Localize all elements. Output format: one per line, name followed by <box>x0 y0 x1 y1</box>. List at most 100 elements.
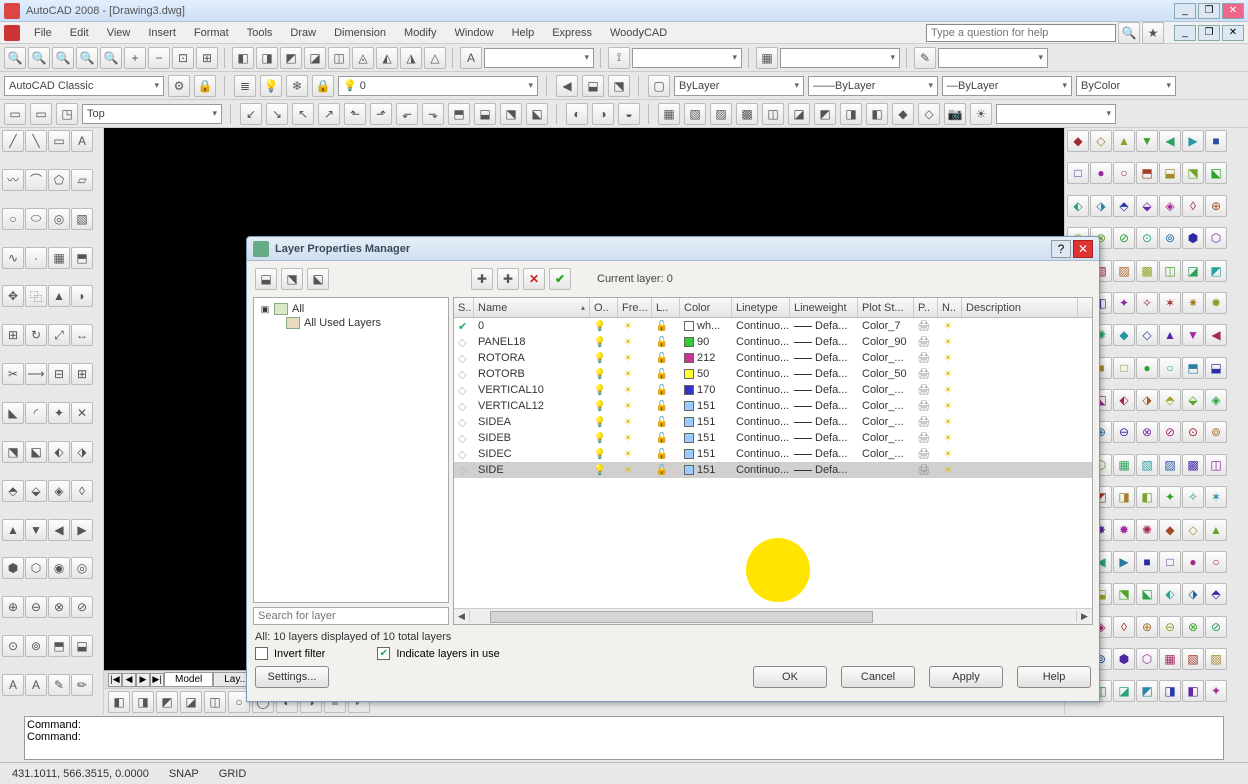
dtext-icon[interactable]: A <box>25 674 47 696</box>
palette-icon[interactable]: ⊖ <box>1159 616 1181 638</box>
palette-icon[interactable]: ▩ <box>1136 260 1158 282</box>
f2-icon[interactable]: ⬡ <box>25 557 47 579</box>
layer-row[interactable]: ✔0💡☀🔓wh...Continuo... Defa...Color_7🖨☀ <box>454 318 1092 334</box>
palette-icon[interactable]: ◈ <box>1159 195 1181 217</box>
layer-row[interactable]: ◇SIDE💡☀🔓151Continuo... Defa...🖨☀ <box>454 462 1092 478</box>
palette-icon[interactable]: ▦ <box>1113 454 1135 476</box>
palette-icon[interactable]: ⊗ <box>1182 616 1204 638</box>
palette-icon[interactable]: ⊘ <box>1113 227 1135 249</box>
workspace-settings-icon[interactable]: ⚙ <box>168 75 190 97</box>
v8-icon[interactable]: ⬎ <box>422 103 444 125</box>
ok-button[interactable]: OK <box>753 666 827 688</box>
d3-icon[interactable]: ⬖ <box>48 441 70 463</box>
zoom-all-icon[interactable]: ⊡ <box>172 47 194 69</box>
palette-icon[interactable]: ◨ <box>1113 486 1135 508</box>
palette-icon[interactable]: ⬡ <box>1205 227 1227 249</box>
palette-icon[interactable]: ⬘ <box>1159 389 1181 411</box>
table-style-icon[interactable]: ▦ <box>756 47 778 69</box>
scroll-thumb[interactable] <box>490 611 873 623</box>
palette-icon[interactable]: ◇ <box>1136 324 1158 346</box>
new-layer-vp-icon[interactable]: ✚ <box>497 268 519 290</box>
palette-icon[interactable]: ⊘ <box>1205 616 1227 638</box>
v9-icon[interactable]: ⬒ <box>448 103 470 125</box>
erase-icon[interactable]: ✕ <box>71 402 93 424</box>
palette-icon[interactable]: ✶ <box>1205 486 1227 508</box>
e4-icon[interactable]: ▶ <box>71 519 93 541</box>
v6-icon[interactable]: ⬏ <box>370 103 392 125</box>
vs7-icon[interactable]: ◩ <box>814 103 836 125</box>
view-iso-icon[interactable]: ◳ <box>56 103 78 125</box>
col-lineweight[interactable]: Lineweight <box>790 298 858 317</box>
orbit2-icon[interactable]: ◑ <box>592 103 614 125</box>
donut-icon[interactable]: ◎ <box>48 208 70 230</box>
poly-icon[interactable]: ⬠ <box>48 169 70 191</box>
palette-icon[interactable]: ◩ <box>1205 260 1227 282</box>
ucs5-icon[interactable]: ◫ <box>328 47 350 69</box>
vs10-icon[interactable]: ◆ <box>892 103 914 125</box>
dialog-help-button[interactable]: ? <box>1051 240 1071 258</box>
palette-icon[interactable]: ◇ <box>1182 519 1204 541</box>
palette-icon[interactable]: ⬙ <box>1136 195 1158 217</box>
col-name[interactable]: Name▴ <box>474 298 590 317</box>
palette-icon[interactable]: ▨ <box>1159 454 1181 476</box>
palette-icon[interactable]: ✧ <box>1182 486 1204 508</box>
vs4-icon[interactable]: ▩ <box>736 103 758 125</box>
palette-icon[interactable]: ⊖ <box>1113 421 1135 443</box>
palette-icon[interactable]: ▦ <box>1159 648 1181 670</box>
v3-icon[interactable]: ↖ <box>292 103 314 125</box>
vs2-icon[interactable]: ▧ <box>684 103 706 125</box>
j2-icon[interactable]: ✏ <box>71 674 93 696</box>
view-combo[interactable]: Top <box>82 104 222 124</box>
f1-icon[interactable]: ⬢ <box>2 557 24 579</box>
zoom-window-icon[interactable]: 🔍 <box>4 47 26 69</box>
palette-icon[interactable]: ✶ <box>1159 292 1181 314</box>
layer-prev-icon[interactable]: ◀ <box>556 75 578 97</box>
menu-window[interactable]: Window <box>446 25 501 41</box>
bt3-icon[interactable]: ◩ <box>156 691 178 713</box>
scroll-right-icon[interactable]: ▶ <box>1076 611 1092 622</box>
j1-icon[interactable]: ✎ <box>48 674 70 696</box>
palette-icon[interactable]: ▼ <box>1136 130 1158 152</box>
bt5-icon[interactable]: ◫ <box>204 691 226 713</box>
set-current-icon[interactable]: ✔ <box>549 268 571 290</box>
new-filter-icon[interactable]: ⬓ <box>255 268 277 290</box>
explode-icon[interactable]: ✦ <box>48 402 70 424</box>
layer-row[interactable]: ◇SIDEA💡☀🔓151Continuo... Defa...Color_...… <box>454 414 1092 430</box>
col-freeze[interactable]: Fre... <box>618 298 652 317</box>
palette-icon[interactable]: ◧ <box>1182 680 1204 702</box>
palette-icon[interactable]: ▼ <box>1182 324 1204 346</box>
palette-icon[interactable]: ⊘ <box>1159 421 1181 443</box>
sun-icon[interactable]: ☀ <box>970 103 992 125</box>
palette-icon[interactable]: ⬖ <box>1159 583 1181 605</box>
i1-icon[interactable]: ⬒ <box>48 635 70 657</box>
ucs2-icon[interactable]: ◨ <box>256 47 278 69</box>
view-top-icon[interactable]: ▭ <box>30 103 52 125</box>
palette-icon[interactable]: ⬖ <box>1067 195 1089 217</box>
arc-icon[interactable]: ⌒ <box>25 169 47 191</box>
d2-icon[interactable]: ⬕ <box>25 441 47 463</box>
spline-icon[interactable]: ∿ <box>2 247 24 269</box>
v7-icon[interactable]: ⬐ <box>396 103 418 125</box>
bt4-icon[interactable]: ◪ <box>180 691 202 713</box>
palette-icon[interactable]: ⊚ <box>1159 227 1181 249</box>
h2-icon[interactable]: ⊙ <box>2 635 24 657</box>
point-icon[interactable]: · <box>25 247 47 269</box>
extend-icon[interactable]: ⟶ <box>25 363 47 385</box>
mtext-icon[interactable]: A <box>2 674 24 696</box>
filter-tree[interactable]: ▣All All Used Layers <box>253 297 449 603</box>
palette-icon[interactable]: ◆ <box>1067 130 1089 152</box>
palette-icon[interactable]: ⬙ <box>1182 389 1204 411</box>
palette-icon[interactable]: ⬘ <box>1113 195 1135 217</box>
palette-icon[interactable]: ◆ <box>1159 519 1181 541</box>
camera-icon[interactable]: 📷 <box>944 103 966 125</box>
layer-row[interactable]: ◇VERTICAL12💡☀🔓151Continuo... Defa...Colo… <box>454 398 1092 414</box>
doc-restore[interactable]: ❐ <box>1198 25 1220 41</box>
mleader-icon[interactable]: ✎ <box>914 47 936 69</box>
ucs7-icon[interactable]: ◭ <box>376 47 398 69</box>
block-icon[interactable]: ⬒ <box>71 247 93 269</box>
layer-props-icon[interactable]: ≣ <box>234 75 256 97</box>
vs3-icon[interactable]: ▨ <box>710 103 732 125</box>
visual-style-combo[interactable] <box>996 104 1116 124</box>
tree-all-used[interactable]: All Used Layers <box>258 316 444 330</box>
layer-freeze-icon[interactable]: ❄ <box>286 75 308 97</box>
